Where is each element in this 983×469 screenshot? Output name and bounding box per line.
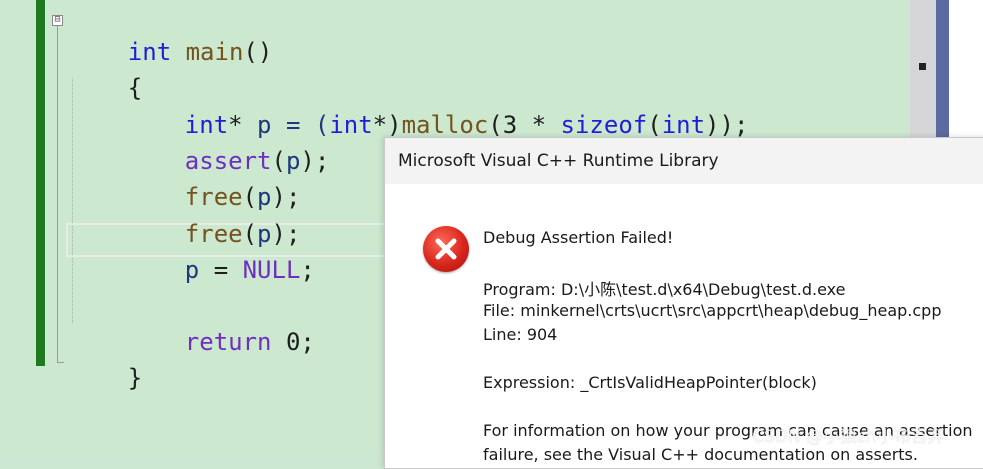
dialog-titlebar[interactable]: Microsoft Visual C++ Runtime Library	[385, 138, 983, 184]
assertion-dialog[interactable]: Microsoft Visual C++ Runtime Library Deb…	[384, 137, 983, 469]
code-token: =	[199, 256, 243, 284]
code-line-7[interactable]: p = NULL;	[127, 225, 315, 284]
line-number-text: Line: 904	[483, 325, 558, 344]
code-token: 0;	[271, 328, 315, 356]
keyword-token: return	[184, 328, 272, 356]
punct-token: *)	[372, 111, 402, 139]
change-indicator-bar	[36, 0, 45, 366]
function-name-token: main	[185, 38, 244, 66]
code-line-3[interactable]: int* p = (int*)malloc(3 * sizeof(int));	[127, 80, 749, 139]
code-token: (3 *	[488, 111, 561, 139]
punct-token: ;	[300, 256, 315, 284]
punct-token: );	[300, 147, 330, 175]
keyword-token: sizeof	[560, 111, 648, 139]
dialog-title: Microsoft Visual C++ Runtime Library	[398, 151, 719, 171]
watermark-text: CSDN @小狼zh小布吉弃	[752, 427, 945, 447]
file-path-text: File: minkernel\crts\ucrt\src\appcrt\hea…	[483, 301, 942, 320]
code-line-9[interactable]: return 0;	[127, 297, 315, 356]
code-line-2[interactable]: {	[70, 43, 142, 102]
scrollbar-caret-marker	[919, 63, 926, 70]
brace-token: }	[127, 364, 143, 392]
error-icon	[423, 226, 469, 272]
program-path-text: Program: D:\小陈\test.d\x64\Debug\test.d.e…	[483, 280, 846, 299]
code-line-1[interactable]: int main()	[70, 7, 273, 66]
info-text-2: failure, see the Visual C++ documentatio…	[483, 445, 918, 464]
function-name-token: malloc	[401, 111, 489, 139]
collapse-icon[interactable]: ⊟	[52, 15, 63, 26]
keyword-token: int	[661, 111, 706, 139]
code-line-6[interactable]: free(p);	[127, 189, 301, 248]
punct-token: (	[647, 111, 662, 139]
macro-token: NULL	[242, 256, 301, 284]
variable-token: p	[184, 256, 200, 284]
punct-token: ));	[705, 111, 749, 139]
code-line-5[interactable]: free(p);	[127, 152, 301, 211]
fold-guide-end	[57, 362, 64, 363]
punct-token: ()	[243, 38, 273, 66]
dialog-heading: Debug Assertion Failed!	[483, 228, 674, 247]
code-line-4[interactable]: assert(p);	[127, 116, 330, 175]
code-line-10[interactable]: }	[70, 333, 142, 392]
expression-text: Expression: _CrtIsValidHeapPointer(block…	[483, 373, 817, 392]
keyword-token: int	[329, 111, 373, 139]
fold-guide-line	[57, 26, 58, 363]
